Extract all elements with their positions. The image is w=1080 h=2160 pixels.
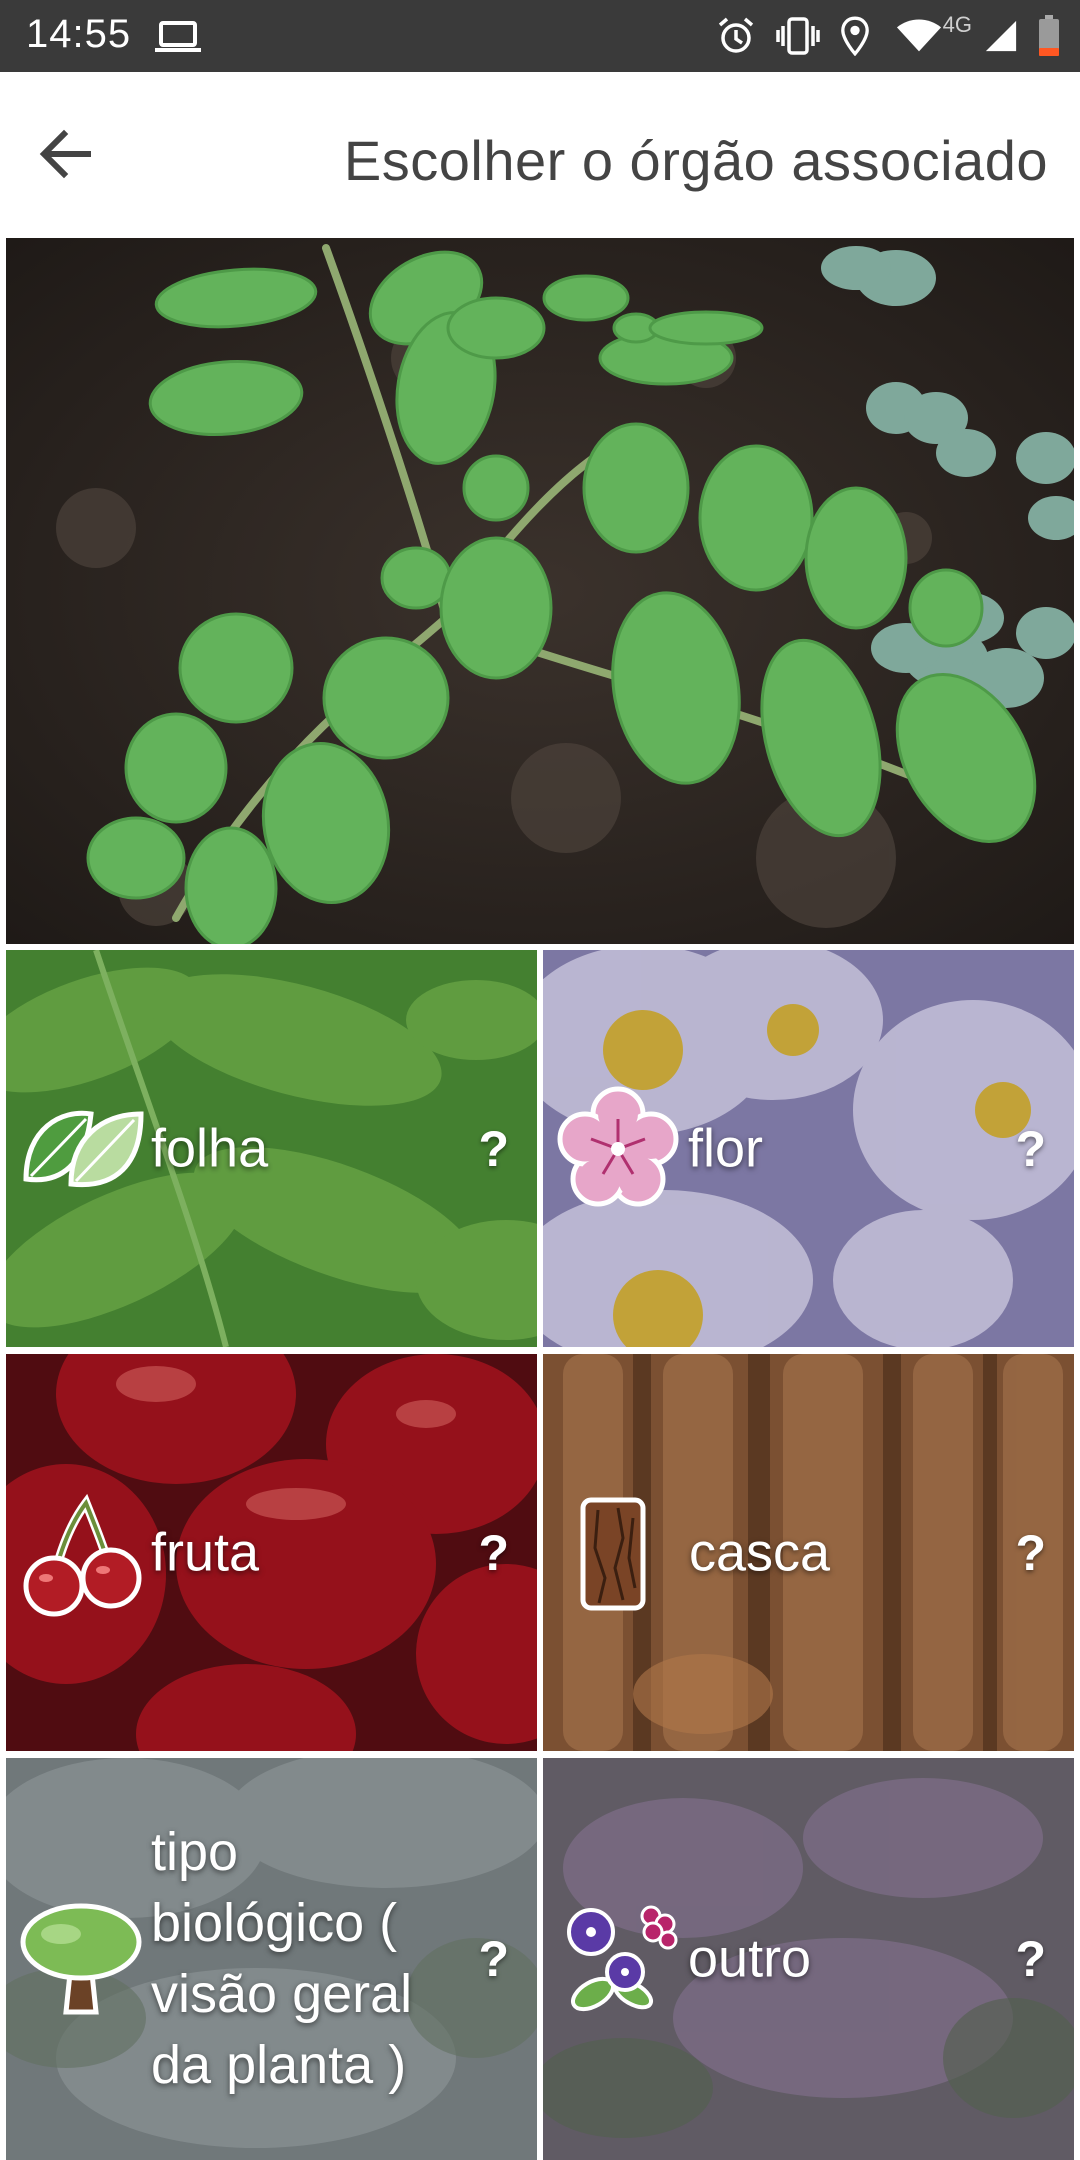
organ-grid: folha ? flor ? fruta ? casca ? tipo biol… [6,950,1074,2160]
organ-label: fruta [151,1522,260,1582]
plant-photo [6,238,1074,944]
help-button[interactable]: ? [478,1930,509,1988]
help-button[interactable]: ? [478,1524,509,1582]
flowers-icon [553,1894,683,2024]
battery-low-icon [1038,15,1060,57]
organ-label: folha [151,1118,269,1178]
laptop-icon [155,20,201,54]
help-button[interactable]: ? [1015,1524,1046,1582]
status-icons [716,12,1060,60]
flower-icon [553,1084,683,1214]
arrow-left-icon [39,129,91,179]
app-bar: Escolher o órgão associado [0,72,1080,238]
leaf-icon [16,1084,146,1214]
organ-tile-leaf[interactable]: folha ? [6,950,537,1347]
help-button[interactable]: ? [1015,1120,1046,1178]
organ-label: casca [689,1522,831,1582]
help-button[interactable]: ? [478,1120,509,1178]
signal-icon [984,19,1018,53]
location-icon [840,16,870,56]
tree-icon [16,1894,146,2024]
cherry-icon [16,1488,146,1618]
help-button[interactable]: ? [1015,1930,1046,1988]
organ-tile-flower[interactable]: flor ? [543,950,1074,1347]
organ-tile-other[interactable]: outro ? [543,1758,1074,2160]
organ-tile-habit[interactable]: tipo biológico ( visão geral da planta )… [6,1758,537,2160]
bark-icon [553,1488,683,1618]
back-button[interactable] [32,120,100,188]
organ-tile-fruit[interactable]: fruta ? [6,1354,537,1751]
alarm-icon [716,16,756,56]
page-title: Escolher o órgão associado [343,129,1048,192]
organ-label: tipo biológico ( visão geral da planta ) [151,1822,413,2095]
wifi-icon [896,18,942,54]
status-time: 14:55 [26,12,132,56]
organ-label: outro [688,1928,812,1989]
status-bar: 14:55 4G [0,0,1080,72]
organ-tile-bark[interactable]: casca ? [543,1354,1074,1751]
vibrate-icon [776,16,820,56]
organ-label: flor [688,1118,764,1178]
